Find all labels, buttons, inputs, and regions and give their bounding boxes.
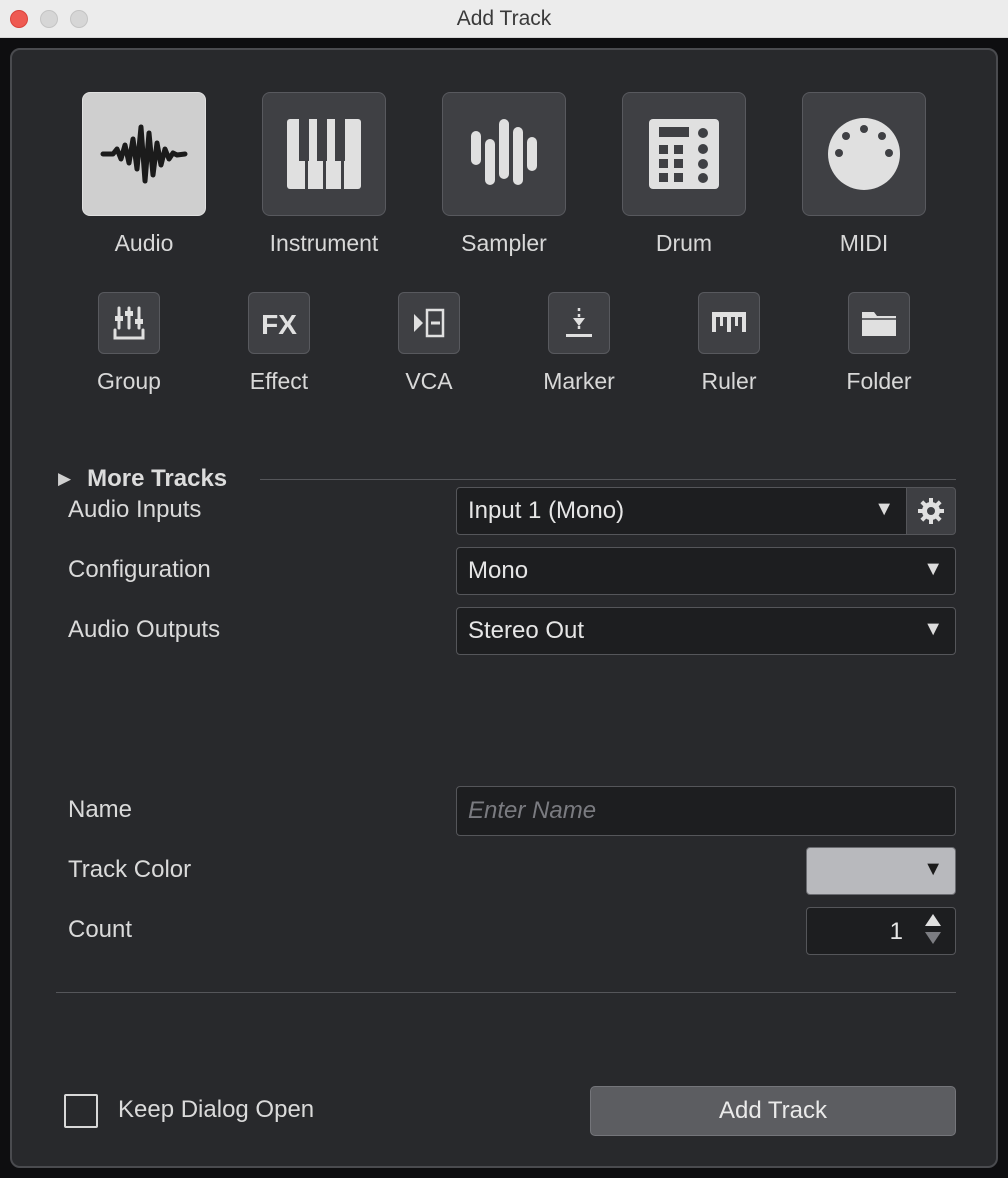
track-type-sampler-label: Sampler bbox=[461, 230, 547, 256]
disclosure-triangle-icon: ▶ bbox=[58, 469, 72, 488]
audio-inputs-settings-button[interactable] bbox=[906, 487, 956, 535]
marker-icon bbox=[566, 308, 592, 337]
track-type-drum-button[interactable] bbox=[622, 92, 746, 216]
track-type-group-button[interactable] bbox=[98, 292, 160, 354]
track-type-instrument-label: Instrument bbox=[269, 230, 379, 256]
fx-icon: FX bbox=[261, 309, 297, 340]
footer-divider bbox=[56, 992, 956, 993]
track-type-effect-button[interactable]: FX bbox=[248, 292, 310, 354]
count-value: 1 bbox=[889, 918, 903, 945]
more-tracks-label: More Tracks bbox=[87, 465, 228, 492]
track-type-vca-button[interactable] bbox=[398, 292, 460, 354]
title-bar: Add Track bbox=[0, 0, 1008, 38]
track-name-input[interactable] bbox=[456, 786, 956, 836]
more-tracks-divider bbox=[260, 479, 956, 480]
ruler-icon bbox=[712, 312, 746, 332]
track-type-instrument-button[interactable] bbox=[262, 92, 386, 216]
track-type-marker-button[interactable] bbox=[548, 292, 610, 354]
track-type-folder-button[interactable] bbox=[848, 292, 910, 354]
name-label: Name bbox=[68, 796, 133, 823]
configuration-label: Configuration bbox=[68, 556, 211, 583]
count-stepper[interactable]: 1 bbox=[806, 907, 956, 955]
track-type-audio-label: Audio bbox=[114, 230, 174, 256]
configuration-value: Mono bbox=[468, 557, 529, 584]
folder-icon bbox=[862, 312, 896, 336]
window-title: Add Track bbox=[456, 7, 552, 30]
track-color-picker[interactable]: ▼ bbox=[806, 847, 956, 895]
track-type-sampler-button[interactable] bbox=[442, 92, 566, 216]
decrement-arrow-icon[interactable] bbox=[925, 932, 941, 944]
waveform-icon bbox=[100, 124, 188, 184]
audio-inputs-value: Input 1 (Mono) bbox=[468, 497, 625, 524]
dropdown-caret-icon: ▼ bbox=[923, 858, 943, 880]
piano-keys-icon bbox=[287, 119, 361, 189]
configuration-select[interactable]: Mono ▼ bbox=[456, 547, 956, 595]
count-label: Count bbox=[68, 916, 133, 943]
more-tracks-toggle[interactable]: ▶ More Tracks bbox=[58, 464, 227, 494]
audio-outputs-value: Stereo Out bbox=[468, 617, 585, 644]
drum-pads-icon bbox=[649, 119, 719, 189]
add-track-button[interactable]: Add Track bbox=[590, 1086, 956, 1136]
audio-inputs-label: Audio Inputs bbox=[68, 496, 202, 523]
audio-outputs-select[interactable]: Stereo Out ▼ bbox=[456, 607, 956, 655]
midi-connector-icon bbox=[828, 118, 900, 190]
track-type-midi-button[interactable] bbox=[802, 92, 926, 216]
audio-outputs-label: Audio Outputs bbox=[68, 616, 221, 643]
increment-arrow-icon[interactable] bbox=[925, 914, 941, 926]
gear-icon bbox=[918, 498, 944, 524]
track-type-drum-label: Drum bbox=[655, 230, 713, 256]
track-type-audio-button[interactable] bbox=[82, 92, 206, 216]
track-type-ruler-button[interactable] bbox=[698, 292, 760, 354]
dropdown-caret-icon: ▼ bbox=[923, 558, 943, 580]
keep-dialog-open-label[interactable]: Keep Dialog Open bbox=[118, 1096, 314, 1124]
track-type-midi-label: MIDI bbox=[839, 230, 889, 256]
group-faders-icon bbox=[113, 306, 145, 340]
dropdown-caret-icon: ▼ bbox=[874, 498, 894, 520]
add-track-panel: Audio Instrument Sampler Drum MIDI Group… bbox=[10, 48, 998, 1168]
dialog-frame: Audio Instrument Sampler Drum MIDI Group… bbox=[0, 38, 1008, 1178]
svg-text:FX: FX bbox=[261, 309, 297, 340]
keep-dialog-open-checkbox[interactable] bbox=[64, 1094, 98, 1128]
vca-icon bbox=[414, 308, 445, 338]
sampler-bars-icon bbox=[471, 119, 537, 185]
audio-inputs-select[interactable]: Input 1 (Mono) ▼ bbox=[456, 487, 907, 535]
track-type-folder-label: Folder bbox=[846, 368, 912, 394]
dropdown-caret-icon: ▼ bbox=[923, 618, 943, 640]
track-color-label: Track Color bbox=[68, 856, 192, 883]
